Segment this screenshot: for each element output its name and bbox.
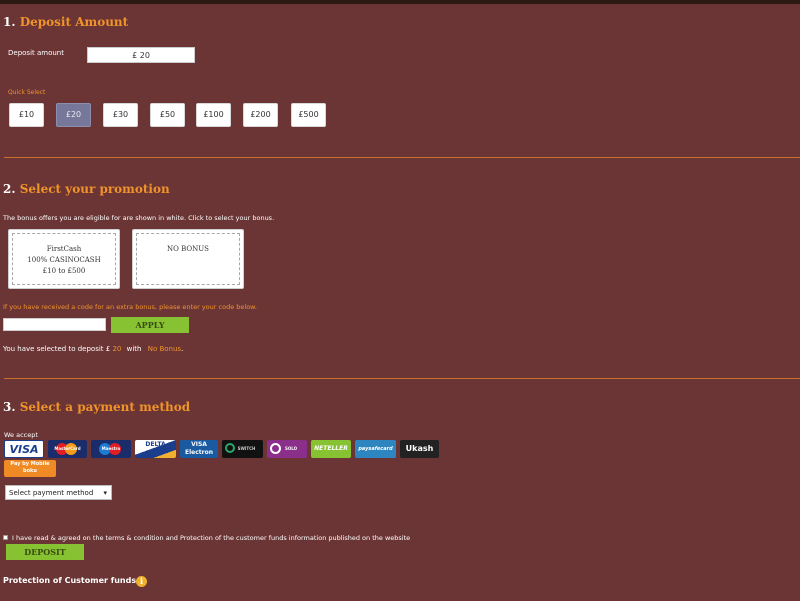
promotion-section-title: 2. Select your promotion — [3, 182, 170, 196]
summary-with: with — [126, 345, 142, 353]
quick-select-10[interactable]: £10 — [9, 103, 44, 127]
quick-select-50[interactable]: £50 — [150, 103, 185, 127]
protection-link[interactable]: Protection of Customer funds — [3, 576, 136, 585]
bonus-card-inner: NO BONUS — [136, 233, 240, 285]
quick-select-20[interactable]: £20 — [56, 103, 91, 127]
payment-method-select[interactable]: Select payment method ▾ — [5, 485, 112, 500]
bonus-name: NO BONUS — [167, 245, 209, 253]
switch-label: SWITCH — [237, 446, 256, 451]
payment-method-select-value: Select payment method — [9, 489, 94, 497]
bonus-type: 100% CASINOCASH — [27, 256, 101, 264]
summary-prefix: You have selected to deposit £ — [3, 345, 111, 353]
switch-icon: SWITCH — [222, 440, 263, 458]
bonus-card-inner: FirstCash 100% CASINOCASH £10 to £500 — [12, 233, 116, 285]
quick-select-30[interactable]: £30 — [103, 103, 138, 127]
summary-bonus: No Bonus — [147, 345, 182, 353]
mastercard-icon: MasterCard — [48, 440, 87, 458]
solo-icon: SOLO — [267, 440, 307, 458]
payment-section-number: 3. — [3, 400, 16, 414]
bonus-code-input[interactable] — [3, 318, 106, 331]
paysafecard-icon: paysafecard — [355, 440, 396, 458]
terms-label: I have read & agreed on the terms & cond… — [12, 534, 411, 542]
protection-label: Protection of Customer funds — [3, 576, 137, 585]
bonus-card-no-bonus[interactable]: NO BONUS — [132, 229, 244, 289]
deposit-section-title: 1. Deposit Amount — [3, 15, 128, 29]
quick-select-500[interactable]: £500 — [291, 103, 326, 127]
section-divider — [4, 157, 800, 158]
deposit-amount-input[interactable]: £ 20 — [87, 47, 195, 63]
info-icon[interactable]: i — [136, 576, 147, 587]
solo-label: SOLO — [284, 446, 298, 451]
visa-electron-icon: VISA Electron — [180, 440, 218, 458]
top-bar — [0, 0, 800, 4]
summary-end: . — [181, 345, 184, 353]
deposit-amount-label: Deposit amount — [8, 49, 64, 57]
terms-checkbox[interactable] — [3, 535, 8, 540]
deposit-summary: You have selected to deposit £ 20 with N… — [3, 345, 183, 353]
apply-button[interactable]: APPLY — [111, 317, 189, 333]
payment-section-title: 3. Select a payment method — [3, 400, 190, 414]
quick-select-200[interactable]: £200 — [243, 103, 278, 127]
summary-amount: 20 — [112, 345, 122, 353]
we-accept-label: We accept — [4, 431, 38, 439]
deposit-button[interactable]: DEPOSIT — [6, 544, 84, 560]
promotion-intro-text: The bonus offers you are eligible for ar… — [3, 214, 275, 222]
bonus-code-prompt: If you have received a code for an extra… — [3, 303, 257, 311]
bonus-name: FirstCash — [46, 245, 82, 253]
quick-select-label: Quick Select — [8, 89, 46, 96]
mastercard-label: MasterCard — [54, 446, 81, 451]
bonus-card-firstcash[interactable]: FirstCash 100% CASINOCASH £10 to £500 — [8, 229, 120, 289]
chevron-down-icon: ▾ — [103, 489, 107, 497]
bonus-range: £10 to £500 — [42, 267, 86, 275]
deposit-section-number: 1. — [3, 15, 16, 29]
payment-section-heading: Select a payment method — [19, 400, 191, 414]
promotion-section-number: 2. — [3, 182, 16, 196]
neteller-icon: NETELLER — [311, 440, 351, 458]
visa-card-icon: VISA — [4, 440, 44, 458]
promotion-section-heading: Select your promotion — [19, 182, 170, 196]
maestro-icon: Maestro — [91, 440, 131, 458]
boku-icon: Pay by Mobile boku — [4, 460, 56, 477]
ukash-icon: Ukash — [400, 440, 439, 458]
delta-icon: DELTA — [135, 440, 176, 458]
section-divider — [4, 378, 800, 379]
deposit-section-heading: Deposit Amount — [19, 15, 129, 29]
quick-select-100[interactable]: £100 — [196, 103, 231, 127]
maestro-label: Maestro — [101, 446, 121, 451]
